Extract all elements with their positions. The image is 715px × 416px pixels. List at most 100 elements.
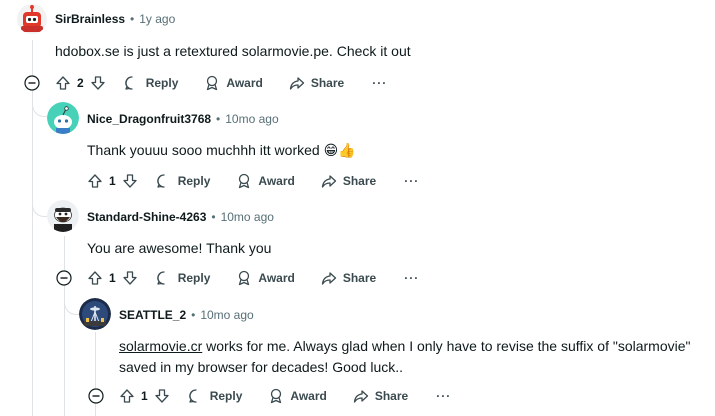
bearded-snoo-avatar-icon — [47, 200, 79, 232]
award-ribbon-icon — [271, 388, 282, 404]
comment-body: Thank youuu sooo muchhh itt worked 😁👍 — [87, 140, 356, 161]
downvote-arrow-icon[interactable] — [122, 173, 138, 189]
award-label: Award — [226, 76, 263, 90]
upvote-arrow-icon[interactable] — [119, 388, 135, 404]
upvote-arrow-icon[interactable] — [55, 75, 71, 91]
avatar-nice-dragonfruit[interactable] — [47, 102, 79, 134]
award-button[interactable]: Award — [236, 173, 295, 189]
share-label: Share — [374, 389, 409, 403]
thread-elbow-3 — [64, 294, 79, 315]
meta-separator: • — [211, 210, 216, 224]
avatar-standard-shine[interactable] — [47, 200, 79, 232]
comment-text: Thank youuu sooo muchhh itt worked — [87, 142, 320, 158]
more-options-icon: ··· — [436, 389, 452, 403]
collapse-thread-button[interactable] — [88, 388, 104, 404]
comment-body: solarmovie.cr works for me. Always glad … — [119, 336, 709, 378]
comment-line-1: solarmovie.cr works for me. Always glad … — [119, 336, 709, 357]
share-arrow-icon — [289, 77, 304, 90]
award-ribbon-icon — [207, 75, 218, 91]
reply-button[interactable]: Reply — [156, 270, 211, 286]
share-label: Share — [342, 271, 377, 285]
award-label: Award — [290, 389, 327, 403]
downvote-arrow-icon[interactable] — [90, 75, 106, 91]
award-label: Award — [258, 174, 295, 188]
thread-elbow-2 — [32, 196, 47, 217]
minus-circle-icon — [24, 75, 40, 91]
more-options-button[interactable]: ··· — [372, 76, 387, 90]
timestamp[interactable]: 10mo ago — [225, 112, 278, 126]
thread-line-level2 — [64, 236, 65, 416]
speech-bubble-icon — [124, 76, 133, 90]
comment-line-2: saved in my browser for decades! Good lu… — [119, 359, 404, 375]
reply-label: Reply — [177, 271, 211, 285]
upvote-arrow-icon[interactable] — [87, 173, 103, 189]
vote-count: 1 — [141, 389, 148, 403]
share-button[interactable]: Share — [321, 270, 376, 286]
downvote-arrow-icon[interactable] — [154, 388, 170, 404]
more-options-icon: ··· — [404, 174, 420, 188]
award-button[interactable]: Award — [204, 75, 263, 91]
comment-meta: Nice_Dragonfruit3768 • 10mo ago — [87, 112, 279, 126]
vote-count: 2 — [77, 76, 84, 90]
reply-button[interactable]: Reply — [156, 173, 211, 189]
share-arrow-icon — [321, 272, 336, 285]
author-name[interactable]: SEATTLE_2 — [119, 308, 186, 322]
comment-body: You are awesome! Thank you — [87, 240, 272, 256]
red-robot-avatar-icon — [17, 4, 47, 34]
share-button[interactable]: Share — [353, 388, 408, 404]
collapse-thread-button[interactable] — [56, 270, 72, 286]
share-arrow-icon — [353, 390, 368, 403]
more-options-button[interactable]: ··· — [404, 271, 419, 285]
timestamp[interactable]: 10mo ago — [221, 210, 274, 224]
share-button[interactable]: Share — [289, 75, 344, 91]
reply-label: Reply — [177, 174, 211, 188]
more-options-icon: ··· — [404, 271, 420, 285]
space-needle-avatar-icon — [79, 298, 111, 330]
award-label: Award — [258, 271, 295, 285]
comment-body: hdobox.se is just a retextured solarmovi… — [55, 43, 411, 59]
avatar-sirbrainless[interactable] — [17, 4, 47, 34]
award-button[interactable]: Award — [236, 270, 295, 286]
minus-circle-icon — [56, 270, 72, 286]
avatar-seattle-2[interactable] — [79, 298, 111, 330]
award-ribbon-icon — [239, 173, 250, 189]
author-name[interactable]: Standard-Shine-4263 — [87, 210, 206, 224]
reply-label: Reply — [145, 76, 179, 90]
snoo-teal-avatar-icon — [47, 102, 79, 134]
comment-action-bar: 1 Reply Award Share ··· — [87, 165, 419, 197]
collapse-thread-button[interactable] — [24, 75, 40, 91]
comment-meta: SEATTLE_2 • 10mo ago — [119, 308, 254, 322]
upvote-arrow-icon[interactable] — [87, 270, 103, 286]
comment-text-1: works for me. Always glad when I only ha… — [202, 338, 691, 354]
vote-group: 2 — [55, 75, 106, 91]
reply-label: Reply — [209, 389, 243, 403]
timestamp[interactable]: 1y ago — [139, 12, 175, 26]
award-button[interactable]: Award — [268, 388, 327, 404]
meta-separator: • — [216, 112, 221, 126]
share-label: Share — [342, 174, 377, 188]
downvote-arrow-icon[interactable] — [122, 270, 138, 286]
more-options-button[interactable]: ··· — [436, 389, 451, 403]
solarmovie-link[interactable]: solarmovie.cr — [119, 338, 202, 354]
share-button[interactable]: Share — [321, 173, 376, 189]
timestamp[interactable]: 10mo ago — [200, 308, 253, 322]
share-label: Share — [310, 76, 345, 90]
reply-button[interactable]: Reply — [124, 75, 179, 91]
share-arrow-icon — [321, 175, 336, 188]
vote-group: 1 — [119, 388, 170, 404]
meta-separator: • — [191, 308, 196, 322]
emoji: 😁👍 — [323, 142, 356, 158]
comment-action-bar: 1 Reply Award Share ··· — [87, 262, 419, 294]
award-ribbon-icon — [239, 270, 250, 286]
author-name[interactable]: Nice_Dragonfruit3768 — [87, 112, 211, 126]
more-options-button[interactable]: ··· — [404, 174, 419, 188]
speech-bubble-icon — [156, 174, 165, 188]
reply-button[interactable]: Reply — [188, 388, 243, 404]
vote-count: 1 — [109, 271, 116, 285]
comment-action-bar: 2 Reply Award Share ··· — [55, 67, 387, 99]
vote-group: 1 — [87, 270, 138, 286]
comment-action-bar: 1 Reply Award Share ··· — [119, 380, 451, 412]
author-name[interactable]: SirBrainless — [55, 12, 125, 26]
comment-meta: SirBrainless • 1y ago — [55, 12, 175, 26]
vote-group: 1 — [87, 173, 138, 189]
